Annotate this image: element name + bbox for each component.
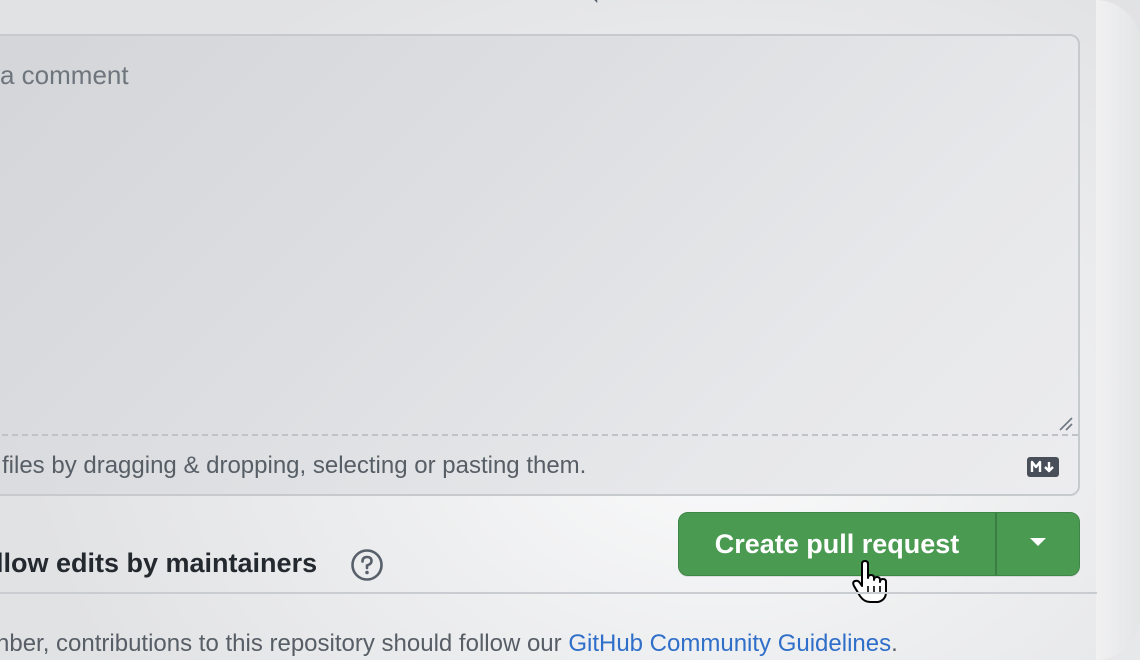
- contribution-note-text: nber, contributions to this repository s…: [0, 630, 569, 657]
- attach-files-hint[interactable]: files by dragging & dropping, selecting …: [2, 452, 586, 480]
- hand-pointer-cursor-icon: [852, 560, 890, 604]
- reference-icon[interactable]: [580, 0, 608, 8]
- resize-handle-icon[interactable]: [1058, 416, 1074, 432]
- allow-edits-label[interactable]: llow edits by maintainers: [0, 548, 317, 579]
- create-pull-request-button[interactable]: Create pull request: [679, 513, 997, 575]
- comment-textarea[interactable]: a comment files by dragging & dropping, …: [0, 34, 1080, 496]
- code-icon[interactable]: [166, 0, 194, 8]
- link-icon[interactable]: [226, 0, 254, 8]
- mention-icon[interactable]: [514, 0, 542, 8]
- unordered-list-icon[interactable]: [292, 0, 320, 8]
- ordered-list-icon[interactable]: [356, 0, 384, 8]
- contribution-note-suffix: .: [891, 630, 898, 657]
- attach-divider: [0, 434, 1078, 436]
- create-options-dropdown-button[interactable]: [997, 513, 1079, 575]
- contribution-note: nber, contributions to this repository s…: [0, 630, 898, 658]
- markdown-icon[interactable]: [1026, 456, 1060, 478]
- markdown-toolbar: [0, 0, 760, 10]
- community-guidelines-link[interactable]: GitHub Community Guidelines: [568, 630, 891, 657]
- task-list-icon[interactable]: [420, 0, 448, 8]
- form-bottom-border: [0, 592, 1097, 594]
- window-edge: [1096, 0, 1140, 660]
- quote-icon[interactable]: [104, 0, 132, 8]
- comment-placeholder: a comment: [0, 60, 129, 90]
- triangle-down-icon: [1028, 535, 1048, 553]
- question-circle-icon[interactable]: [350, 548, 384, 582]
- italic-icon[interactable]: [40, 0, 68, 8]
- more-icon[interactable]: [660, 0, 688, 8]
